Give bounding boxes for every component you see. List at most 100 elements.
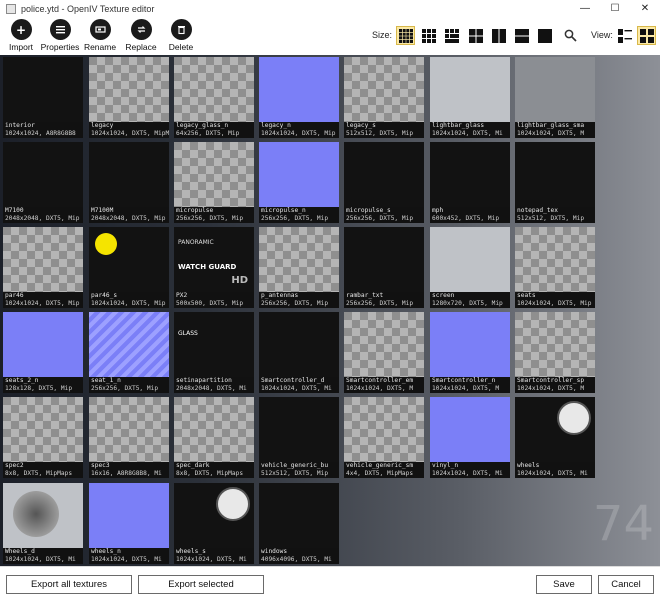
- replace-button[interactable]: Replace: [125, 19, 157, 53]
- texture-tile[interactable]: windows 4096x4096, DXT5, Mi: [259, 483, 339, 564]
- texture-name: M7100: [5, 207, 24, 214]
- texture-caption: micropulse 256x256, DXT5, Mip: [174, 207, 254, 223]
- properties-button[interactable]: Properties: [40, 19, 80, 53]
- texture-caption: vehicle_generic_sm 4x4, DXT5, MipMaps: [344, 462, 424, 478]
- texture-tile[interactable]: legacy 1024x1024, DXT5, MipM: [89, 57, 169, 138]
- texture-tile[interactable]: legacy_n 1024x1024, DXT5, Mip: [259, 57, 339, 138]
- texture-tile[interactable]: micropulse 256x256, DXT5, Mip: [174, 142, 254, 223]
- texture-tile[interactable]: p_antennas 256x256, DXT5, Mip: [259, 227, 339, 308]
- texture-thumbnail: [259, 57, 339, 122]
- minimize-button[interactable]: —: [570, 0, 600, 17]
- texture-tile[interactable]: legacy_glass_n 64x256, DXT5, Mip: [174, 57, 254, 138]
- texture-info: 512x512, DXT5, Mip: [517, 215, 585, 222]
- texture-caption: micropulse_n 256x256, DXT5, Mip: [259, 207, 339, 223]
- texture-thumbnail: [344, 142, 424, 207]
- texture-thumbnail: [515, 397, 595, 462]
- texture-thumbnail: [3, 227, 83, 292]
- size-wide-icon[interactable]: [489, 26, 508, 45]
- texture-tile[interactable]: legacy_s 512x512, DXT5, Mip: [344, 57, 424, 138]
- texture-tile[interactable]: spec_dark 8x8, DXT5, MipMaps: [174, 397, 254, 478]
- texture-thumbnail: [89, 142, 169, 207]
- texture-thumbnail: [259, 483, 339, 548]
- texture-name: Smartcontroller_em: [346, 377, 414, 384]
- texture-info: 8x8, DXT5, MipMaps: [5, 470, 73, 477]
- texture-name: spec3: [91, 462, 110, 469]
- texture-tile[interactable]: interior 1024x1024, A8R8G8B8: [3, 57, 83, 138]
- texture-tile[interactable]: micropulse_s 256x256, DXT5, Mip: [344, 142, 424, 223]
- texture-tile[interactable]: mph 600x452, DXT5, Mip: [430, 142, 510, 223]
- size-smallest-grid-icon[interactable]: [396, 26, 415, 45]
- texture-tile[interactable]: micropulse_n 256x256, DXT5, Mip: [259, 142, 339, 223]
- save-button[interactable]: Save: [536, 575, 592, 594]
- texture-tile[interactable]: vinyl_n 1024x1024, DXT5, Mi: [430, 397, 510, 478]
- texture-gallery[interactable]: 74 interior 1024x1024, A8R8G8B8 legacy 1024…: [0, 55, 660, 566]
- texture-tile[interactable]: Smartcontroller_sp 1024x1024, DXT5, M: [515, 312, 595, 393]
- texture-name: PX2: [176, 292, 188, 299]
- texture-tile[interactable]: par46_s 1024x1024, DXT5, Mip: [89, 227, 169, 308]
- export-selected-button[interactable]: Export selected: [138, 575, 264, 594]
- texture-tile[interactable]: M7100M 2048x2048, DXT5, Mip: [89, 142, 169, 223]
- texture-thumbnail: [515, 312, 595, 377]
- texture-tile[interactable]: PANORAMIC WATCH GUARD HD PX2 500x500, DXT5, …: [174, 227, 254, 308]
- export-all-button[interactable]: Export all textures: [6, 575, 132, 594]
- view-grid-icon[interactable]: [637, 26, 656, 45]
- texture-thumbnail: [515, 142, 595, 207]
- texture-tile[interactable]: Smartcontroller_em 1024x1024, DXT5, M: [344, 312, 424, 393]
- texture-name: Smartcontroller_sp: [517, 377, 585, 384]
- texture-name: seat_1_n: [91, 377, 121, 384]
- texture-info: 600x452, DXT5, Mip: [432, 215, 500, 222]
- texture-tile[interactable]: Smartcontroller_n 1024x1024, DXT5, M: [430, 312, 510, 393]
- texture-tile[interactable]: M7100 2048x2048, DXT5, Mip: [3, 142, 83, 223]
- texture-caption: micropulse_s 256x256, DXT5, Mip: [344, 207, 424, 223]
- texture-tile[interactable]: wheels_s 1024x1024, DXT5, Mi: [174, 483, 254, 564]
- size-single-icon[interactable]: [535, 26, 554, 45]
- texture-info: 1024x1024, DXT5, Mip: [517, 300, 592, 307]
- texture-name: par46: [5, 292, 24, 299]
- texture-thumbnail: [89, 312, 169, 377]
- texture-tile[interactable]: seats 1024x1024, DXT5, Mip: [515, 227, 595, 308]
- texture-tile[interactable]: rambar_txt 256x256, DXT5, Mip: [344, 227, 424, 308]
- texture-thumbnail: [259, 397, 339, 462]
- texture-caption: legacy_glass_n 64x256, DXT5, Mip: [174, 122, 254, 138]
- texture-tile[interactable]: vehicle_generic_bu 512x512, DXT5, Mip: [259, 397, 339, 478]
- texture-tile[interactable]: seats_2_n 128x128, DXT5, Mip: [3, 312, 83, 393]
- import-button[interactable]: + Import: [7, 19, 35, 53]
- texture-info: 2048x2048, DXT5, Mip: [5, 215, 80, 222]
- texture-count-watermark: 74: [592, 496, 654, 552]
- texture-tile[interactable]: screen 1280x720, DXT5, Mip: [430, 227, 510, 308]
- texture-tile[interactable]: Smartcontroller_d 1024x1024, DXT5, Mi: [259, 312, 339, 393]
- texture-tile[interactable]: vehicle_generic_sm 4x4, DXT5, MipMaps: [344, 397, 424, 478]
- texture-tile[interactable]: wheels 1024x1024, DXT5, Mi: [515, 397, 595, 478]
- px2-panoramic-text: PANORAMIC: [178, 239, 214, 246]
- texture-tile[interactable]: lightbar_glass_sma 1024x1024, DXT5, M: [515, 57, 595, 138]
- texture-tile[interactable]: lightbar_glass 1024x1024, DXT5, Mi: [430, 57, 510, 138]
- texture-tile[interactable]: Wheels_d 1024x1024, DXT5, Mi: [3, 483, 83, 564]
- texture-tile[interactable]: spec3 16x16, A8R8G8B8, Mi: [89, 397, 169, 478]
- close-button[interactable]: ✕: [630, 0, 660, 17]
- search-icon[interactable]: [564, 29, 577, 42]
- info-icon: [49, 19, 71, 40]
- texture-tile[interactable]: spec2 8x8, DXT5, MipMaps: [3, 397, 83, 478]
- texture-info: 500x500, DXT5, Mip: [176, 300, 244, 307]
- texture-caption: wheels_s 1024x1024, DXT5, Mi: [174, 548, 254, 564]
- texture-thumbnail: [89, 483, 169, 548]
- texture-tile[interactable]: seat_1_n 256x256, DXT5, Mip: [89, 312, 169, 393]
- rename-button[interactable]: Rename: [84, 19, 116, 53]
- delete-button[interactable]: Delete: [167, 19, 195, 53]
- texture-tile[interactable]: notepad_tex 512x512, DXT5, Mip: [515, 142, 595, 223]
- size-medium-grid-icon[interactable]: [442, 26, 461, 45]
- texture-tile[interactable]: wheels_n 1024x1024, DXT5, Mi: [89, 483, 169, 564]
- size-label: Size:: [372, 30, 393, 40]
- texture-tile[interactable]: GLASS setinapartition 2048x2048, DXT5, Mi: [174, 312, 254, 393]
- maximize-button[interactable]: ☐: [600, 0, 630, 17]
- replace-icon: [130, 19, 152, 40]
- size-small-grid-icon[interactable]: [419, 26, 438, 45]
- texture-info: 1024x1024, DXT5, MipM: [91, 130, 169, 137]
- size-large-grid-icon[interactable]: [466, 26, 485, 45]
- size-rows-icon[interactable]: [512, 26, 531, 45]
- cancel-button[interactable]: Cancel: [598, 575, 654, 594]
- texture-tile[interactable]: par46 1024x1024, DXT5, Mip: [3, 227, 83, 308]
- view-list-icon[interactable]: [615, 26, 634, 45]
- texture-name: lightbar_glass_sma: [517, 122, 585, 129]
- title-bar: police.ytd - OpenIV Texture editor — ☐ ✕: [0, 0, 660, 17]
